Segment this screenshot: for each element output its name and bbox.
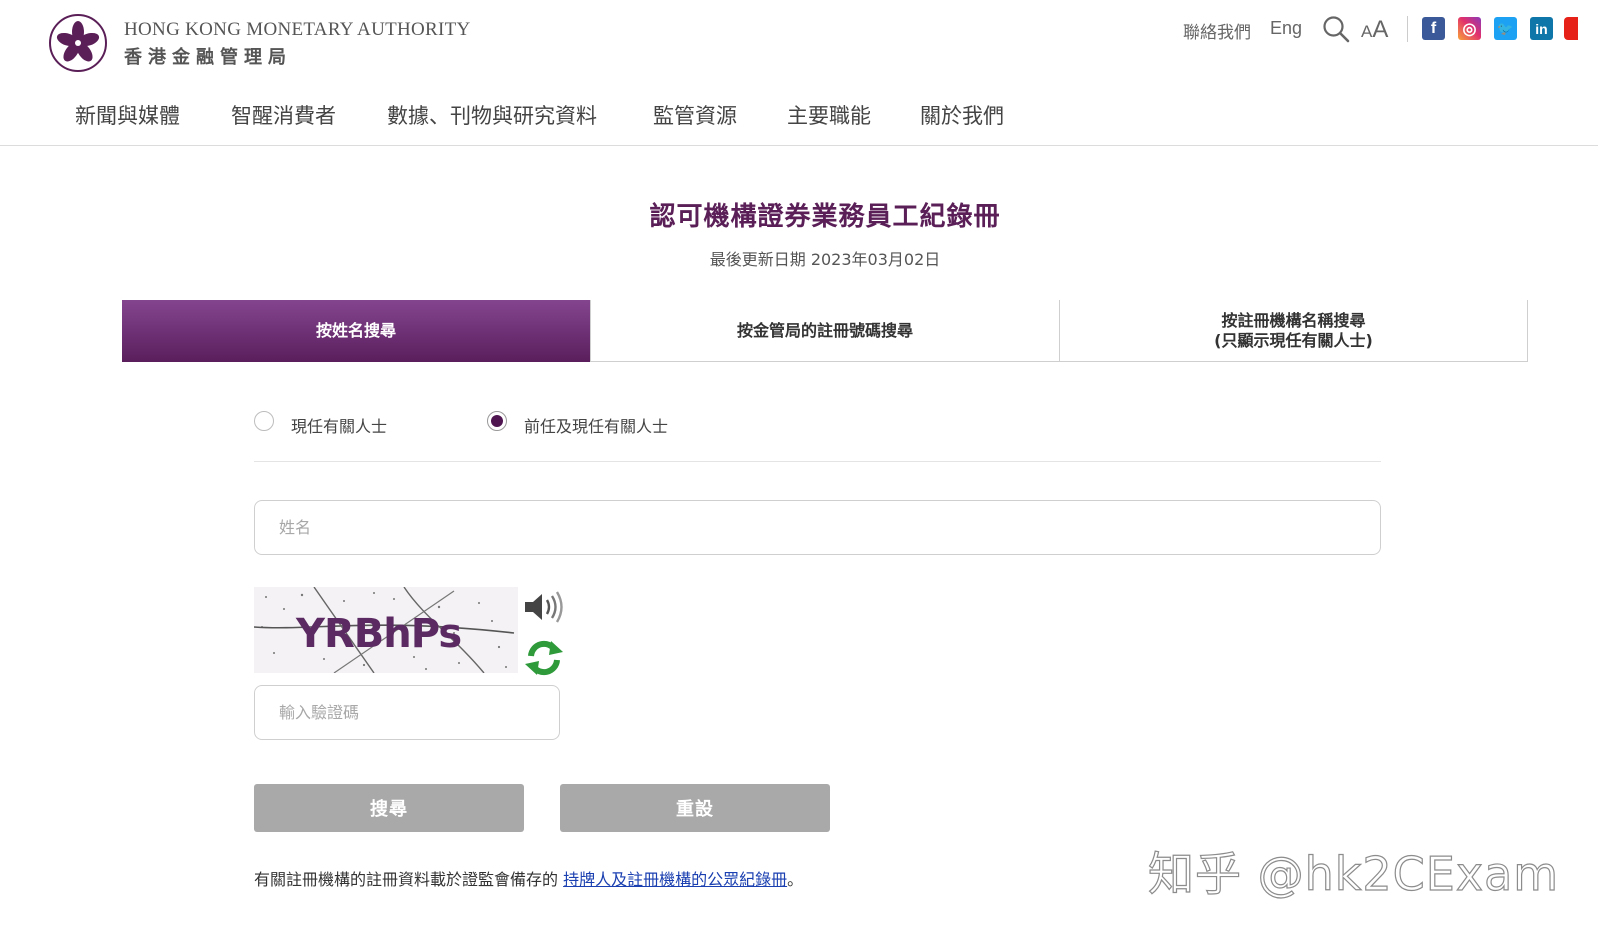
sfc-public-register-link[interactable]: 持牌人及註冊機構的公眾紀錄冊 <box>563 870 787 889</box>
footnote-prefix: 有關註冊機構的註冊資料載於證監會備存的 <box>254 870 564 889</box>
nav-item-data-publications[interactable]: 數據、刊物與研究資料 <box>387 100 597 130</box>
tab-institution-line2: (只顯示現任有關人士) <box>1214 331 1373 350</box>
radio-label-former-and-current[interactable]: 前任及現任有關人士 <box>524 413 668 437</box>
logo-name-english[interactable]: HONG KONG MONETARY AUTHORITY <box>124 19 471 41</box>
nav-item-regulatory-resources[interactable]: 監管資源 <box>653 100 737 130</box>
contact-us-link[interactable]: 聯絡我們 <box>1183 18 1251 43</box>
twitter-icon[interactable]: 🐦 <box>1494 17 1517 40</box>
tab-institution-line1: 按註冊機構名稱搜尋 <box>1221 311 1366 330</box>
utility-divider <box>1407 16 1408 42</box>
nav-item-about-us[interactable]: 關於我們 <box>920 100 1004 130</box>
header-divider <box>0 145 1598 146</box>
radio-current-persons[interactable] <box>254 411 274 431</box>
footnote: 有關註冊機構的註冊資料載於證監會備存的 持牌人及註冊機構的公眾紀錄冊。 <box>254 866 803 890</box>
nav-item-smart-consumers[interactable]: 智醒消費者 <box>231 100 336 130</box>
search-button[interactable]: 搜尋 <box>254 784 524 832</box>
page-title: 認可機構證券業務員工紀錄冊 <box>649 202 1001 232</box>
bauhinia-flower-icon <box>56 21 100 62</box>
font-size-big-glyph: A <box>1372 16 1389 43</box>
footnote-suffix: 。 <box>787 870 804 889</box>
nav-item-news-media[interactable]: 新聞與媒體 <box>75 100 180 130</box>
nav-item-key-functions[interactable]: 主要職能 <box>787 100 871 130</box>
linkedin-icon[interactable]: in <box>1530 17 1553 40</box>
tab-search-by-name[interactable]: 按姓名搜尋 <box>122 300 590 362</box>
english-language-link[interactable]: Eng <box>1270 18 1302 39</box>
reset-button[interactable]: 重設 <box>560 784 830 832</box>
audio-captcha-icon[interactable] <box>522 589 564 625</box>
instagram-icon[interactable]: ◎ <box>1458 17 1481 40</box>
captcha-text: YRBhPs <box>295 611 461 657</box>
font-size-small-glyph: A <box>1361 22 1373 41</box>
zhihu-watermark: 知乎 @hk2CExam <box>1147 846 1560 901</box>
refresh-captcha-icon[interactable] <box>523 638 565 678</box>
facebook-icon[interactable]: f <box>1422 17 1445 40</box>
logo-name-chinese[interactable]: 香港金融管理局 <box>124 43 292 69</box>
search-mode-tabs: 按姓名搜尋 按金管局的註冊號碼搜尋 按註冊機構名稱搜尋 (只顯示現任有關人士) <box>122 300 1528 362</box>
tab-search-by-institution[interactable]: 按註冊機構名稱搜尋 (只顯示現任有關人士) <box>1059 300 1527 362</box>
captcha-image: YRBhPs <box>254 587 518 673</box>
name-input[interactable] <box>254 500 1381 555</box>
radio-former-and-current-persons[interactable] <box>487 411 507 431</box>
font-size-icon[interactable]: AA <box>1361 16 1388 44</box>
captcha-input[interactable] <box>254 685 560 740</box>
radio-label-current-persons[interactable]: 現任有關人士 <box>291 413 387 437</box>
last-updated-date: 最後更新日期 2023年03月02日 <box>709 250 941 269</box>
tab-search-by-hkma-number[interactable]: 按金管局的註冊號碼搜尋 <box>590 300 1059 362</box>
search-icon[interactable] <box>1322 15 1350 43</box>
youtube-icon[interactable] <box>1564 17 1578 40</box>
form-divider <box>254 461 1381 462</box>
hkma-logo-emblem[interactable] <box>49 14 107 72</box>
